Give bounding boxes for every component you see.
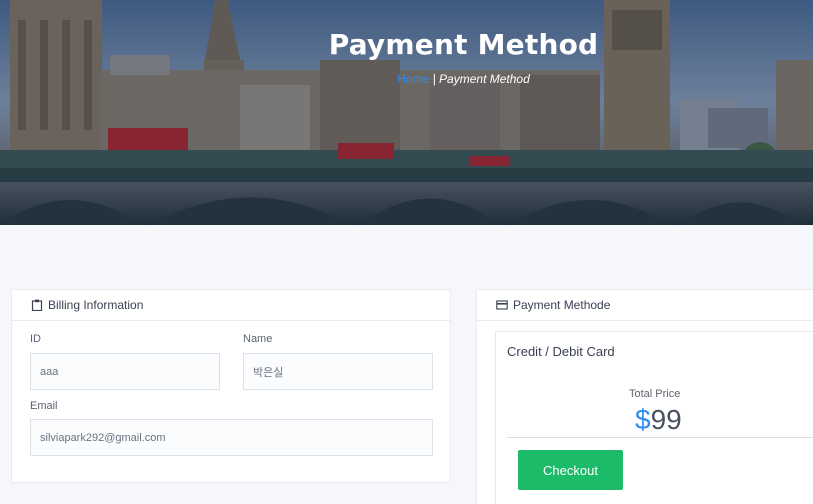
total-price-value: $99 bbox=[635, 404, 682, 436]
billing-card-title: Billing Information bbox=[48, 298, 144, 312]
breadcrumb: Home | Payment Method bbox=[0, 72, 813, 86]
credit-card-icon bbox=[496, 300, 508, 310]
page-title: Payment Method bbox=[328, 28, 599, 61]
price-divider bbox=[507, 437, 813, 438]
price-amount: 99 bbox=[650, 404, 682, 435]
breadcrumb-current: Payment Method bbox=[439, 72, 530, 86]
clipboard-icon bbox=[31, 299, 43, 311]
total-price-label: Total Price bbox=[629, 388, 681, 400]
id-field[interactable]: aaa bbox=[30, 353, 220, 390]
name-field[interactable]: 박은실 bbox=[243, 353, 433, 390]
name-label: Name bbox=[243, 333, 273, 345]
email-label: Email bbox=[30, 400, 58, 412]
checkout-button[interactable]: Checkout bbox=[518, 450, 623, 490]
breadcrumb-separator: | bbox=[429, 72, 440, 86]
currency-symbol: $ bbox=[635, 404, 651, 435]
breadcrumb-home-link[interactable]: Home bbox=[397, 72, 429, 86]
id-label: ID bbox=[30, 333, 41, 345]
hero-banner: Payment Method Home | Payment Method bbox=[0, 0, 813, 225]
billing-card-header: Billing Information bbox=[12, 290, 450, 321]
payment-card-header: Payment Methode bbox=[477, 290, 813, 321]
payment-method-title: Credit / Debit Card bbox=[507, 344, 615, 359]
email-field[interactable]: silviapark292@gmail.com bbox=[30, 419, 433, 456]
payment-card-title: Payment Methode bbox=[513, 298, 611, 312]
